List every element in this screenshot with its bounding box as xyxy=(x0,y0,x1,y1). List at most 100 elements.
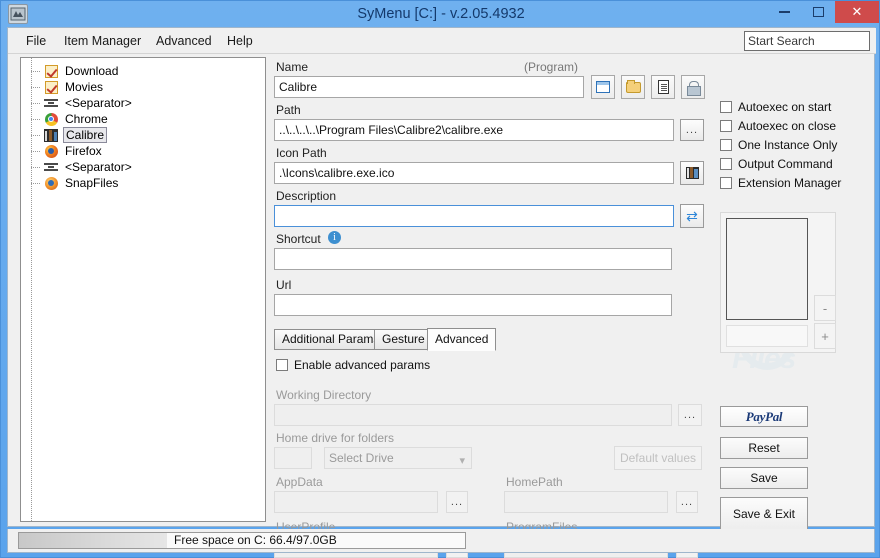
item-detail-form: Files Name (Program) Calibre Path ..\..\… xyxy=(274,57,796,558)
checkbox-icon xyxy=(720,139,732,151)
item-tree-panel[interactable]: Download Movies <Separator> Chrome Calib… xyxy=(20,57,266,522)
drive-letter-input[interactable] xyxy=(274,447,312,469)
tree-item-label: Firefox xyxy=(65,144,102,158)
working-directory-input[interactable] xyxy=(274,404,672,426)
appdata-browse-button[interactable]: ... xyxy=(446,491,468,513)
icon-add-button[interactable]: + xyxy=(814,323,836,349)
tree-item-label: Download xyxy=(65,64,119,78)
options-panel: Autoexec on start Autoexec on close One … xyxy=(720,62,870,531)
disk-space-indicator: Free space on C: 66.4/97.0GB xyxy=(18,532,466,549)
folder-type-button[interactable] xyxy=(621,75,645,99)
output-command-checkbox[interactable]: Output Command xyxy=(720,155,833,173)
save-and-exit-button[interactable]: Save & Exit xyxy=(720,497,808,531)
tree-item-calibre[interactable]: Calibre xyxy=(21,127,265,143)
snapfiles-icon xyxy=(43,176,59,190)
tree-item-firefox[interactable]: Firefox xyxy=(21,143,265,159)
maximize-button[interactable] xyxy=(801,1,835,23)
tab-additional-params[interactable]: Additional Params xyxy=(274,329,388,350)
reset-button[interactable]: Reset xyxy=(720,437,808,459)
tree-item-label: Chrome xyxy=(65,112,108,126)
name-input[interactable]: Calibre xyxy=(274,76,584,98)
icon-preview-frame: - + xyxy=(720,212,836,353)
tree-item-separator-1[interactable]: <Separator> xyxy=(21,95,265,111)
ellipsis-icon: ... xyxy=(685,124,699,136)
chevron-down-icon: ▾ xyxy=(459,455,465,467)
icon-preview-field[interactable] xyxy=(726,325,808,347)
folder-icon xyxy=(625,79,641,93)
close-button[interactable]: ✕ xyxy=(835,1,879,23)
checkbox-icon xyxy=(720,101,732,113)
appdata-input[interactable] xyxy=(274,491,438,513)
select-drive-dropdown[interactable]: Select Drive ▾ xyxy=(324,447,472,469)
name-type-label: (Program) xyxy=(524,60,579,74)
url-input[interactable] xyxy=(274,294,672,316)
paypal-donate-button[interactable]: PayPal xyxy=(720,406,808,427)
lock-icon xyxy=(687,80,701,96)
path-browse-button[interactable]: ... xyxy=(680,119,704,141)
ellipsis-icon: ... xyxy=(683,409,697,421)
maximize-icon xyxy=(812,7,824,17)
menu-help[interactable]: Help xyxy=(223,32,257,50)
document-type-button[interactable] xyxy=(651,75,675,99)
tree-item-download[interactable]: Download xyxy=(21,63,265,79)
ellipsis-icon: ... xyxy=(450,496,464,508)
path-input[interactable]: ..\..\..\..\Program Files\Calibre2\calib… xyxy=(274,119,674,141)
enable-advanced-params-checkbox[interactable]: Enable advanced params xyxy=(276,356,430,374)
checkbox-icon xyxy=(720,177,732,189)
path-label: Path xyxy=(276,103,301,117)
checkbox-icon xyxy=(276,359,288,371)
minimize-button[interactable] xyxy=(767,1,801,23)
description-sync-button[interactable]: ⇄ xyxy=(680,204,704,228)
disk-space-label: Free space on C: 66.4/97.0GB xyxy=(174,533,337,547)
enable-advanced-params-label: Enable advanced params xyxy=(294,358,431,372)
tree-item-label: Calibre xyxy=(63,127,108,143)
tree-item-separator-2[interactable]: <Separator> xyxy=(21,159,265,175)
checkbox-icon xyxy=(720,158,732,170)
checked-folder-icon xyxy=(43,80,59,94)
disk-space-bar xyxy=(19,533,167,548)
icon-path-input[interactable]: .\Icons\calibre.exe.ico xyxy=(274,162,674,184)
autoexec-on-close-checkbox[interactable]: Autoexec on close xyxy=(720,117,836,135)
tab-advanced[interactable]: Advanced xyxy=(427,328,497,351)
paypal-label: PayPal xyxy=(745,408,783,424)
default-values-label: Default values xyxy=(619,451,697,465)
url-label: Url xyxy=(276,278,292,292)
menu-advanced[interactable]: Advanced xyxy=(152,32,216,50)
tree-item-snapfiles[interactable]: SnapFiles xyxy=(21,175,265,191)
extension-manager-checkbox[interactable]: Extension Manager xyxy=(720,174,841,192)
autoexec-on-start-checkbox[interactable]: Autoexec on start xyxy=(720,98,831,116)
homepath-input[interactable] xyxy=(504,491,668,513)
separator-icon xyxy=(43,160,59,174)
working-directory-browse-button[interactable]: ... xyxy=(678,404,702,426)
status-bar: Free space on C: 66.4/97.0GB xyxy=(7,529,875,553)
tree-item-label: <Separator> xyxy=(65,96,132,110)
ellipsis-icon: ... xyxy=(680,496,694,508)
tab-gesture[interactable]: Gesture xyxy=(374,329,433,350)
save-button[interactable]: Save xyxy=(720,467,808,489)
working-directory-label: Working Directory xyxy=(276,388,372,402)
tree-item-label: SnapFiles xyxy=(65,176,119,190)
menu-item-manager[interactable]: Item Manager xyxy=(60,32,145,50)
homepath-label: HomePath xyxy=(506,475,563,489)
checked-folder-icon xyxy=(43,64,59,78)
tree-item-movies[interactable]: Movies xyxy=(21,79,265,95)
one-instance-only-checkbox[interactable]: One Instance Only xyxy=(720,136,837,154)
info-icon[interactable]: i xyxy=(328,231,341,244)
description-input[interactable] xyxy=(274,205,674,227)
secure-type-button[interactable] xyxy=(681,75,705,99)
program-type-button[interactable] xyxy=(591,75,615,99)
search-input[interactable]: Start Search xyxy=(744,31,870,51)
default-values-button[interactable]: Default values xyxy=(614,446,702,470)
tree-item-label: Movies xyxy=(65,80,104,94)
advanced-tab-panel: Enable advanced params Working Directory… xyxy=(274,350,714,558)
icon-pick-button[interactable] xyxy=(680,161,704,185)
title-bar: SyMenu [C:] - v.2.05.4932 ✕ xyxy=(1,1,880,27)
menu-file[interactable]: File xyxy=(22,32,50,50)
calibre-icon xyxy=(43,128,59,142)
document-icon xyxy=(657,80,669,94)
icon-remove-button[interactable]: - xyxy=(814,295,836,321)
shortcut-input[interactable] xyxy=(274,248,672,270)
tree-item-chrome[interactable]: Chrome xyxy=(21,111,265,127)
chrome-icon xyxy=(43,112,59,126)
homepath-browse-button[interactable]: ... xyxy=(676,491,698,513)
